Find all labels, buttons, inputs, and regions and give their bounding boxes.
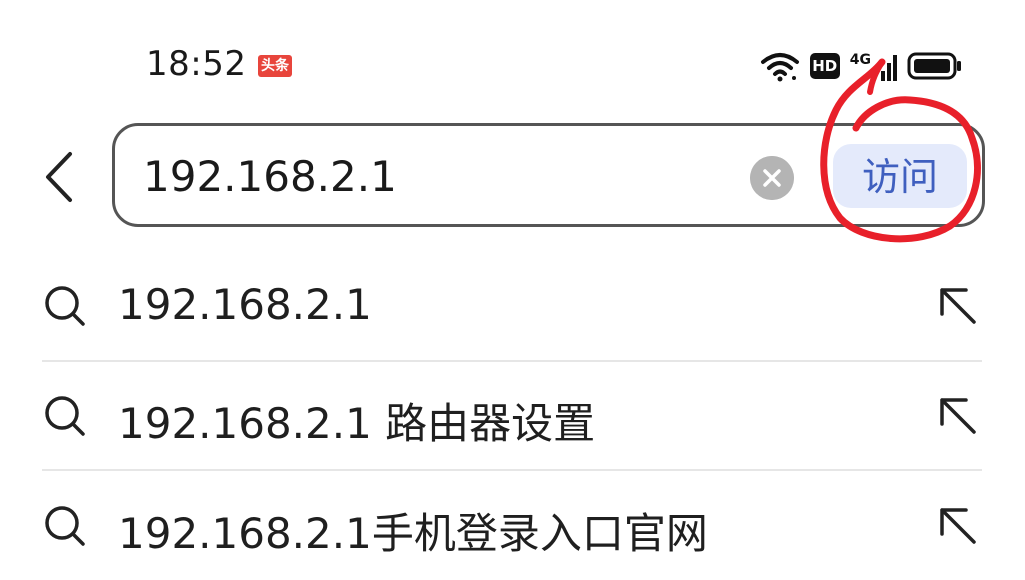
battery-icon (907, 52, 961, 80)
network-type-label: 4G (849, 52, 871, 68)
search-box: 访问 (112, 123, 985, 227)
status-time: 18:52 (146, 44, 247, 84)
suggestion-item[interactable]: 192.168.2.1 路由器设置 (0, 360, 1025, 470)
clear-icon[interactable] (750, 156, 794, 200)
search-input[interactable] (143, 150, 703, 202)
fill-arrow-icon[interactable] (938, 396, 978, 436)
fill-arrow-icon[interactable] (938, 506, 978, 546)
fill-arrow-icon[interactable] (938, 286, 978, 326)
news-app-badge: 头条 (258, 55, 292, 77)
suggestion-item[interactable]: 192.168.2.1 (0, 250, 1025, 360)
wifi-icon (760, 53, 799, 82)
suggestion-text: 192.168.2.1 路由器设置 (118, 399, 596, 448)
signal-icon (881, 51, 897, 81)
status-bar: 18:52 头条 HD 4G (0, 0, 1025, 110)
search-icon (45, 396, 85, 436)
suggestion-text: 192.168.2.1手机登录入口官网 (118, 509, 708, 558)
back-icon[interactable] (40, 150, 80, 204)
hd-badge: HD (809, 53, 840, 79)
search-icon (45, 286, 85, 326)
status-icons: HD 4G (760, 46, 963, 86)
search-icon (45, 506, 85, 546)
suggestion-item[interactable]: 192.168.2.1手机登录入口官网 (0, 470, 1025, 580)
suggestion-text: 192.168.2.1 (118, 280, 372, 329)
visit-button[interactable]: 访问 (833, 144, 967, 208)
